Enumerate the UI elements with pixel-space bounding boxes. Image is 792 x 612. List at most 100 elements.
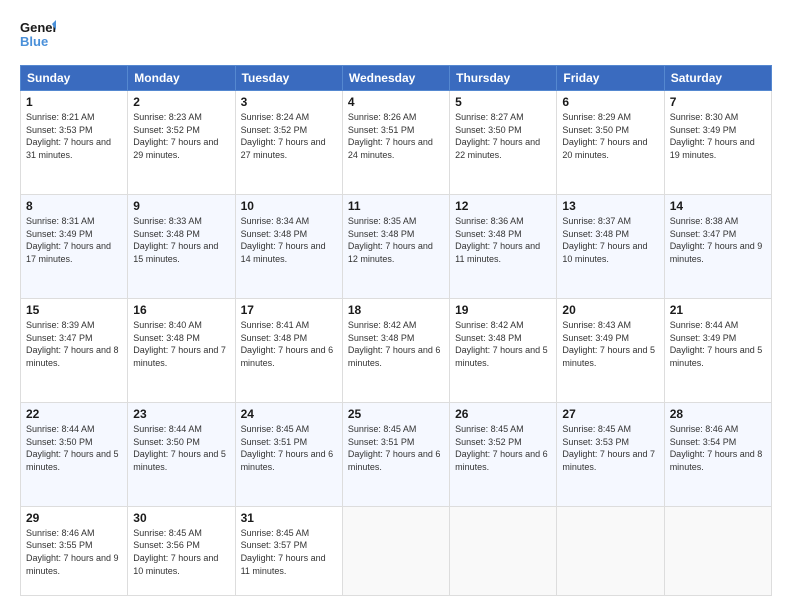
day-info: Sunrise: 8:45 AM Sunset: 3:53 PM Dayligh… xyxy=(562,423,658,473)
col-header-saturday: Saturday xyxy=(664,66,771,91)
day-number: 9 xyxy=(133,199,229,213)
day-number: 29 xyxy=(26,511,122,525)
calendar-cell: 12 Sunrise: 8:36 AM Sunset: 3:48 PM Dayl… xyxy=(450,194,557,298)
calendar-cell: 20 Sunrise: 8:43 AM Sunset: 3:49 PM Dayl… xyxy=(557,298,664,402)
day-info: Sunrise: 8:37 AM Sunset: 3:48 PM Dayligh… xyxy=(562,215,658,265)
day-info: Sunrise: 8:45 AM Sunset: 3:56 PM Dayligh… xyxy=(133,527,229,577)
col-header-sunday: Sunday xyxy=(21,66,128,91)
day-number: 24 xyxy=(241,407,337,421)
calendar-cell: 24 Sunrise: 8:45 AM Sunset: 3:51 PM Dayl… xyxy=(235,402,342,506)
calendar-cell: 19 Sunrise: 8:42 AM Sunset: 3:48 PM Dayl… xyxy=(450,298,557,402)
calendar-cell xyxy=(557,506,664,595)
day-number: 13 xyxy=(562,199,658,213)
day-info: Sunrise: 8:24 AM Sunset: 3:52 PM Dayligh… xyxy=(241,111,337,161)
day-info: Sunrise: 8:43 AM Sunset: 3:49 PM Dayligh… xyxy=(562,319,658,369)
col-header-monday: Monday xyxy=(128,66,235,91)
logo-icon: General Blue xyxy=(20,16,56,57)
col-header-tuesday: Tuesday xyxy=(235,66,342,91)
day-info: Sunrise: 8:45 AM Sunset: 3:57 PM Dayligh… xyxy=(241,527,337,577)
day-number: 19 xyxy=(455,303,551,317)
calendar-cell: 2 Sunrise: 8:23 AM Sunset: 3:52 PM Dayli… xyxy=(128,91,235,195)
day-number: 28 xyxy=(670,407,766,421)
day-number: 11 xyxy=(348,199,444,213)
day-info: Sunrise: 8:44 AM Sunset: 3:50 PM Dayligh… xyxy=(26,423,122,473)
col-header-wednesday: Wednesday xyxy=(342,66,449,91)
calendar-cell: 11 Sunrise: 8:35 AM Sunset: 3:48 PM Dayl… xyxy=(342,194,449,298)
calendar-table: SundayMondayTuesdayWednesdayThursdayFrid… xyxy=(20,65,772,596)
day-info: Sunrise: 8:45 AM Sunset: 3:51 PM Dayligh… xyxy=(348,423,444,473)
calendar-cell: 17 Sunrise: 8:41 AM Sunset: 3:48 PM Dayl… xyxy=(235,298,342,402)
day-info: Sunrise: 8:36 AM Sunset: 3:48 PM Dayligh… xyxy=(455,215,551,265)
calendar-cell: 21 Sunrise: 8:44 AM Sunset: 3:49 PM Dayl… xyxy=(664,298,771,402)
calendar-cell: 28 Sunrise: 8:46 AM Sunset: 3:54 PM Dayl… xyxy=(664,402,771,506)
calendar-cell: 15 Sunrise: 8:39 AM Sunset: 3:47 PM Dayl… xyxy=(21,298,128,402)
svg-text:Blue: Blue xyxy=(20,34,48,49)
header: General Blue xyxy=(20,16,772,57)
day-number: 20 xyxy=(562,303,658,317)
calendar-cell: 3 Sunrise: 8:24 AM Sunset: 3:52 PM Dayli… xyxy=(235,91,342,195)
day-number: 18 xyxy=(348,303,444,317)
col-header-thursday: Thursday xyxy=(450,66,557,91)
day-info: Sunrise: 8:42 AM Sunset: 3:48 PM Dayligh… xyxy=(455,319,551,369)
day-number: 7 xyxy=(670,95,766,109)
svg-text:General: General xyxy=(20,20,56,35)
calendar-cell: 8 Sunrise: 8:31 AM Sunset: 3:49 PM Dayli… xyxy=(21,194,128,298)
day-number: 25 xyxy=(348,407,444,421)
day-info: Sunrise: 8:26 AM Sunset: 3:51 PM Dayligh… xyxy=(348,111,444,161)
calendar-cell: 7 Sunrise: 8:30 AM Sunset: 3:49 PM Dayli… xyxy=(664,91,771,195)
day-info: Sunrise: 8:21 AM Sunset: 3:53 PM Dayligh… xyxy=(26,111,122,161)
day-info: Sunrise: 8:45 AM Sunset: 3:51 PM Dayligh… xyxy=(241,423,337,473)
day-number: 1 xyxy=(26,95,122,109)
logo: General Blue xyxy=(20,16,56,57)
calendar-cell: 6 Sunrise: 8:29 AM Sunset: 3:50 PM Dayli… xyxy=(557,91,664,195)
calendar-cell xyxy=(664,506,771,595)
day-info: Sunrise: 8:29 AM Sunset: 3:50 PM Dayligh… xyxy=(562,111,658,161)
day-number: 14 xyxy=(670,199,766,213)
calendar-cell: 31 Sunrise: 8:45 AM Sunset: 3:57 PM Dayl… xyxy=(235,506,342,595)
day-info: Sunrise: 8:35 AM Sunset: 3:48 PM Dayligh… xyxy=(348,215,444,265)
calendar-cell: 16 Sunrise: 8:40 AM Sunset: 3:48 PM Dayl… xyxy=(128,298,235,402)
calendar-cell: 9 Sunrise: 8:33 AM Sunset: 3:48 PM Dayli… xyxy=(128,194,235,298)
calendar-cell: 23 Sunrise: 8:44 AM Sunset: 3:50 PM Dayl… xyxy=(128,402,235,506)
day-info: Sunrise: 8:31 AM Sunset: 3:49 PM Dayligh… xyxy=(26,215,122,265)
day-number: 31 xyxy=(241,511,337,525)
calendar-cell: 14 Sunrise: 8:38 AM Sunset: 3:47 PM Dayl… xyxy=(664,194,771,298)
calendar-cell: 26 Sunrise: 8:45 AM Sunset: 3:52 PM Dayl… xyxy=(450,402,557,506)
day-number: 17 xyxy=(241,303,337,317)
calendar-cell: 25 Sunrise: 8:45 AM Sunset: 3:51 PM Dayl… xyxy=(342,402,449,506)
day-info: Sunrise: 8:30 AM Sunset: 3:49 PM Dayligh… xyxy=(670,111,766,161)
calendar-cell: 27 Sunrise: 8:45 AM Sunset: 3:53 PM Dayl… xyxy=(557,402,664,506)
day-info: Sunrise: 8:44 AM Sunset: 3:50 PM Dayligh… xyxy=(133,423,229,473)
day-number: 22 xyxy=(26,407,122,421)
calendar-cell xyxy=(342,506,449,595)
calendar-cell: 22 Sunrise: 8:44 AM Sunset: 3:50 PM Dayl… xyxy=(21,402,128,506)
day-info: Sunrise: 8:34 AM Sunset: 3:48 PM Dayligh… xyxy=(241,215,337,265)
calendar-cell: 10 Sunrise: 8:34 AM Sunset: 3:48 PM Dayl… xyxy=(235,194,342,298)
day-info: Sunrise: 8:23 AM Sunset: 3:52 PM Dayligh… xyxy=(133,111,229,161)
day-number: 16 xyxy=(133,303,229,317)
day-info: Sunrise: 8:38 AM Sunset: 3:47 PM Dayligh… xyxy=(670,215,766,265)
day-number: 12 xyxy=(455,199,551,213)
day-info: Sunrise: 8:46 AM Sunset: 3:55 PM Dayligh… xyxy=(26,527,122,577)
day-number: 26 xyxy=(455,407,551,421)
day-number: 30 xyxy=(133,511,229,525)
calendar-cell: 30 Sunrise: 8:45 AM Sunset: 3:56 PM Dayl… xyxy=(128,506,235,595)
day-info: Sunrise: 8:33 AM Sunset: 3:48 PM Dayligh… xyxy=(133,215,229,265)
calendar-cell: 4 Sunrise: 8:26 AM Sunset: 3:51 PM Dayli… xyxy=(342,91,449,195)
day-info: Sunrise: 8:45 AM Sunset: 3:52 PM Dayligh… xyxy=(455,423,551,473)
calendar-cell: 29 Sunrise: 8:46 AM Sunset: 3:55 PM Dayl… xyxy=(21,506,128,595)
day-number: 6 xyxy=(562,95,658,109)
day-info: Sunrise: 8:46 AM Sunset: 3:54 PM Dayligh… xyxy=(670,423,766,473)
day-info: Sunrise: 8:40 AM Sunset: 3:48 PM Dayligh… xyxy=(133,319,229,369)
calendar-cell: 18 Sunrise: 8:42 AM Sunset: 3:48 PM Dayl… xyxy=(342,298,449,402)
col-header-friday: Friday xyxy=(557,66,664,91)
day-number: 15 xyxy=(26,303,122,317)
day-info: Sunrise: 8:41 AM Sunset: 3:48 PM Dayligh… xyxy=(241,319,337,369)
calendar-cell: 1 Sunrise: 8:21 AM Sunset: 3:53 PM Dayli… xyxy=(21,91,128,195)
day-number: 10 xyxy=(241,199,337,213)
calendar-cell xyxy=(450,506,557,595)
day-number: 8 xyxy=(26,199,122,213)
day-number: 27 xyxy=(562,407,658,421)
calendar-cell: 13 Sunrise: 8:37 AM Sunset: 3:48 PM Dayl… xyxy=(557,194,664,298)
day-number: 21 xyxy=(670,303,766,317)
